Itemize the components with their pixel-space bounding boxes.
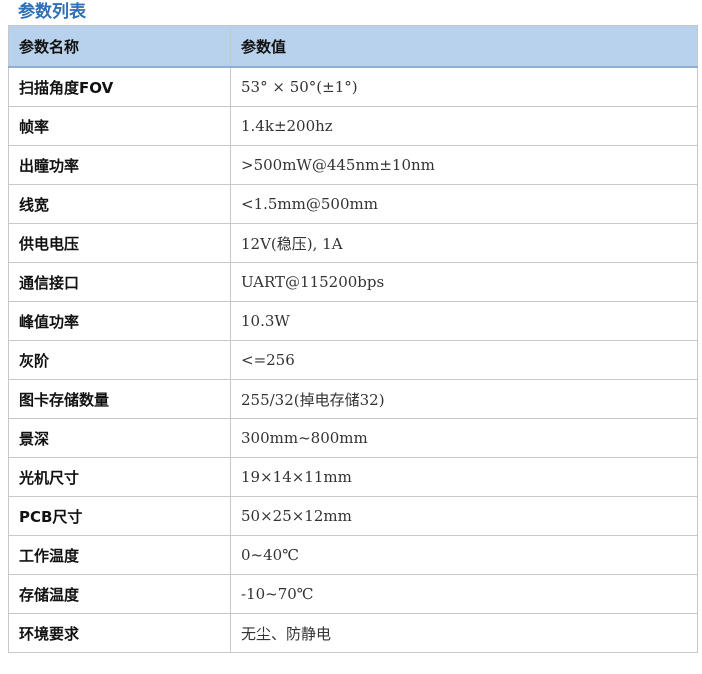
param-name: 峰值功率 (8, 301, 231, 341)
param-name: 光机尺寸 (8, 457, 231, 497)
param-name: 图卡存储数量 (8, 379, 231, 419)
table-row: 光机尺寸 19×14×11mm (8, 457, 698, 497)
param-name: 出瞳功率 (8, 145, 231, 185)
table-header: 参数名称 参数值 (8, 25, 698, 68)
table-row: 帧率 1.4k±200hz (8, 106, 698, 146)
param-name: 线宽 (8, 184, 231, 224)
param-value: 10.3W (230, 301, 698, 341)
table-row: 出瞳功率 >500mW@445nm±10nm (8, 145, 698, 185)
param-value: >500mW@445nm±10nm (230, 145, 698, 185)
section-title: 参数列表 (18, 2, 86, 22)
table-row: 灰阶 <=256 (8, 340, 698, 380)
table-row: 工作温度 0~40℃ (8, 535, 698, 575)
table-row: 环境要求 无尘、防静电 (8, 613, 698, 653)
param-name: 工作温度 (8, 535, 231, 575)
param-value: 无尘、防静电 (230, 613, 698, 653)
param-value: <=256 (230, 340, 698, 380)
table-body: 扫描角度FOV 53° × 50°(±1°) 帧率 1.4k±200hz 出瞳功… (8, 66, 698, 653)
param-name: PCB尺寸 (8, 496, 231, 536)
param-value: 19×14×11mm (230, 457, 698, 497)
param-value: UART@115200bps (230, 262, 698, 302)
param-value: -10~70℃ (230, 574, 698, 614)
header-param-value: 参数值 (230, 25, 698, 68)
table-row: 线宽 <1.5mm@500mm (8, 184, 698, 224)
parameter-table: 参数名称 参数值 扫描角度FOV 53° × 50°(±1°) 帧率 1.4k±… (8, 25, 698, 653)
param-value: 12V(稳压), 1A (230, 223, 698, 263)
param-value: 53° × 50°(±1°) (230, 66, 698, 107)
table-row: 存储温度 -10~70℃ (8, 574, 698, 614)
table-row: 图卡存储数量 255/32(掉电存储32) (8, 379, 698, 419)
header-param-name: 参数名称 (8, 25, 231, 68)
param-value: 50×25×12mm (230, 496, 698, 536)
param-name: 环境要求 (8, 613, 231, 653)
param-name: 供电电压 (8, 223, 231, 263)
param-name: 景深 (8, 418, 231, 458)
table-row: 扫描角度FOV 53° × 50°(±1°) (8, 66, 698, 107)
param-name: 帧率 (8, 106, 231, 146)
table-row: PCB尺寸 50×25×12mm (8, 496, 698, 536)
table-row: 景深 300mm~800mm (8, 418, 698, 458)
table-row: 峰值功率 10.3W (8, 301, 698, 341)
param-value: 255/32(掉电存储32) (230, 379, 698, 419)
param-value: <1.5mm@500mm (230, 184, 698, 224)
param-name: 扫描角度FOV (8, 66, 231, 107)
table-row: 通信接口 UART@115200bps (8, 262, 698, 302)
param-value: 1.4k±200hz (230, 106, 698, 146)
table-header-row: 参数名称 参数值 (8, 25, 698, 68)
param-value: 0~40℃ (230, 535, 698, 575)
param-value: 300mm~800mm (230, 418, 698, 458)
param-name: 存储温度 (8, 574, 231, 614)
table-row: 供电电压 12V(稳压), 1A (8, 223, 698, 263)
param-name: 通信接口 (8, 262, 231, 302)
param-name: 灰阶 (8, 340, 231, 380)
